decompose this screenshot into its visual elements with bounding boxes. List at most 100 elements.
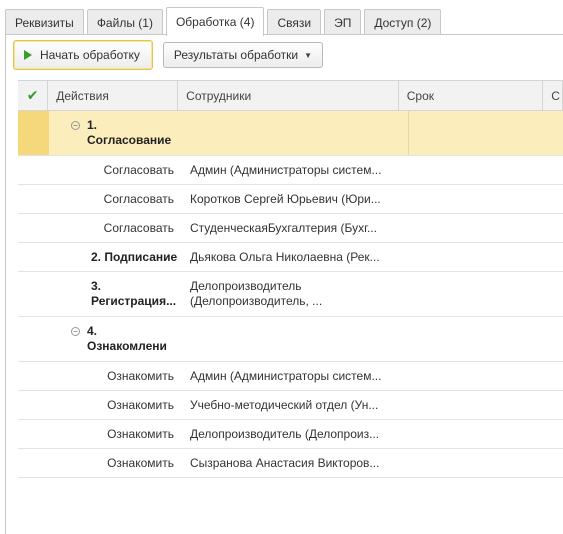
table-row[interactable]: Согласовать Коротков Сергей Юрьевич (Юри…	[18, 185, 563, 214]
table-row[interactable]: − 1. Согласование	[18, 111, 563, 156]
table-row[interactable]: Согласовать СтуденческаяБухгалтерия (Бух…	[18, 214, 563, 243]
deadline-cell	[408, 156, 556, 184]
group-title: 1. Согласование	[87, 118, 171, 148]
extra-cell	[556, 420, 563, 448]
check-column-header[interactable]: ✔	[18, 81, 49, 110]
column-header-actions[interactable]: Действия	[48, 81, 179, 110]
table-row[interactable]: 3. Регистрация... Делопроизводитель (Дел…	[18, 272, 563, 317]
deadline-cell	[408, 111, 556, 155]
action-cell: − 1. Согласование	[49, 111, 182, 155]
deadline-cell	[408, 449, 556, 477]
employee-cell: Админ (Администраторы систем...	[190, 369, 382, 383]
employee-cell: Коротков Сергей Юрьевич (Юри...	[190, 192, 381, 206]
tab-bar: Реквизиты Файлы (1) Обработка (4) Связи …	[5, 7, 444, 36]
table-header: ✔ Действия Сотрудники Срок С	[18, 80, 563, 111]
tab-signatures[interactable]: ЭП	[324, 9, 362, 35]
table-row[interactable]: 2. Подписание Дьякова Ольга Николаевна (…	[18, 243, 563, 272]
extra-cell	[556, 362, 563, 390]
column-header-employees[interactable]: Сотрудники	[178, 81, 399, 110]
employee-cell: Делопроизводитель (Делопроизводитель, ..…	[182, 272, 408, 316]
row-marker	[18, 317, 49, 361]
action-cell: Ознакомить	[107, 369, 174, 383]
employee-cell: Дьякова Ольга Николаевна (Рек...	[190, 250, 380, 264]
group-number: 3.	[91, 279, 102, 293]
extra-cell	[556, 214, 563, 242]
action-cell: 3. Регистрация...	[49, 272, 182, 316]
panel-border	[5, 34, 6, 534]
employee-cell	[182, 317, 408, 361]
column-header-extra[interactable]: С	[543, 81, 563, 110]
results-dropdown-button[interactable]: Результаты обработки ▼	[162, 42, 323, 68]
start-processing-button[interactable]: Начать обработку	[13, 40, 153, 70]
extra-cell	[556, 449, 563, 477]
deadline-cell	[408, 214, 556, 242]
row-marker	[18, 111, 49, 155]
action-cell: Ознакомить	[107, 427, 174, 441]
employee-cell: Админ (Администраторы систем...	[190, 163, 382, 177]
group-number: 1.	[87, 118, 98, 132]
processing-table: ✔ Действия Сотрудники Срок С − 1. Соглас…	[18, 80, 563, 478]
row-marker	[18, 214, 49, 242]
employee-cell: Делопроизводитель (Делопроиз...	[190, 427, 380, 441]
extra-cell	[556, 185, 563, 213]
row-marker	[18, 391, 49, 419]
group-title: 4. Ознакомлени	[87, 324, 167, 354]
row-marker	[18, 362, 49, 390]
extra-cell	[556, 317, 563, 361]
group-name: Регистрация...	[91, 294, 177, 308]
deadline-cell	[408, 317, 556, 361]
tab-processing[interactable]: Обработка (4)	[165, 7, 265, 36]
tab-divider	[5, 34, 563, 35]
employee-name: Делопроизводитель	[190, 279, 302, 293]
chevron-down-icon: ▼	[304, 50, 312, 60]
row-marker	[18, 449, 49, 477]
action-cell: 2. Подписание	[91, 250, 178, 264]
deadline-cell	[408, 243, 556, 271]
row-marker	[18, 272, 49, 316]
deadline-cell	[408, 420, 556, 448]
employee-cell: Сызранова Анастасия Викторов...	[190, 456, 380, 470]
row-marker	[18, 243, 49, 271]
checkmark-icon: ✔	[26, 87, 39, 103]
table-row[interactable]: Ознакомить Делопроизводитель (Делопроиз.…	[18, 420, 563, 449]
action-cell: Ознакомить	[107, 456, 174, 470]
group-number: 4.	[87, 324, 98, 338]
deadline-cell	[408, 272, 556, 316]
group-name: Согласование	[87, 133, 172, 147]
deadline-cell	[408, 391, 556, 419]
toolbar: Начать обработку Результаты обработки ▼	[13, 40, 323, 70]
tab-links[interactable]: Связи	[267, 9, 322, 35]
tab-access[interactable]: Доступ (2)	[364, 9, 442, 35]
deadline-cell	[408, 185, 556, 213]
row-marker	[18, 185, 49, 213]
action-cell: Согласовать	[103, 163, 174, 177]
row-marker	[18, 156, 49, 184]
tab-files[interactable]: Файлы (1)	[86, 9, 163, 35]
employee-role: (Делопроизводитель, ...	[190, 294, 323, 308]
employee-cell	[182, 111, 408, 155]
extra-cell	[556, 391, 563, 419]
extra-cell	[556, 156, 563, 184]
play-icon	[24, 50, 32, 60]
collapse-icon[interactable]: −	[71, 121, 80, 130]
employee-cell: Учебно-методический отдел (Ун...	[190, 398, 379, 412]
deadline-cell	[408, 362, 556, 390]
start-processing-label: Начать обработку	[40, 48, 140, 62]
action-cell: Согласовать	[103, 192, 174, 206]
tab-requisites[interactable]: Реквизиты	[5, 9, 84, 35]
row-marker	[18, 420, 49, 448]
table-row[interactable]: Ознакомить Сызранова Анастасия Викторов.…	[18, 449, 563, 478]
table-row[interactable]: Ознакомить Админ (Администраторы систем.…	[18, 362, 563, 391]
employee-cell: СтуденческаяБухгалтерия (Бухг...	[190, 221, 377, 235]
table-row[interactable]: Согласовать Админ (Администраторы систем…	[18, 156, 563, 185]
results-label: Результаты обработки	[173, 48, 299, 62]
action-cell: Согласовать	[103, 221, 174, 235]
table-row[interactable]: Ознакомить Учебно-методический отдел (Ун…	[18, 391, 563, 420]
action-cell: − 4. Ознакомлени	[49, 317, 182, 361]
column-header-deadline[interactable]: Срок	[399, 81, 544, 110]
collapse-icon[interactable]: −	[71, 327, 80, 336]
extra-cell	[556, 272, 563, 316]
extra-cell	[556, 243, 563, 271]
extra-cell	[556, 111, 563, 155]
table-row[interactable]: − 4. Ознакомлени	[18, 317, 563, 362]
